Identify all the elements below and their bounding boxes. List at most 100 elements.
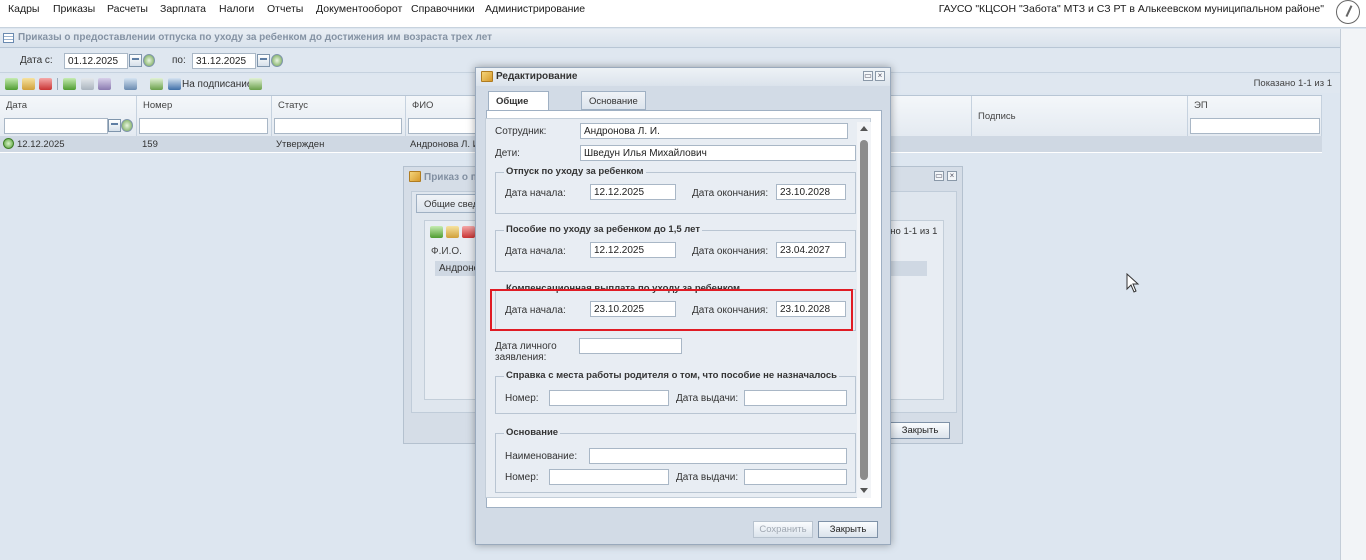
tab-general[interactable]: Общие сведения	[488, 91, 549, 118]
grid-icon	[3, 33, 14, 43]
report-icon[interactable]	[124, 78, 137, 90]
basis-number-input[interactable]	[549, 469, 669, 485]
basis-fieldset: Основание Наименование: Номер: Дата выда…	[495, 427, 856, 493]
fio-filter-input[interactable]	[408, 118, 478, 134]
calendar-icon[interactable]	[129, 54, 142, 67]
add-icon[interactable]	[5, 78, 18, 90]
calendar-icon[interactable]	[257, 54, 270, 67]
edit-icon	[409, 171, 421, 182]
top-menu-bar: Кадры Приказы Расчеты Зарплата Налоги От…	[0, 0, 1366, 28]
basis-legend: Основание	[504, 427, 561, 438]
check-icon	[3, 138, 14, 149]
employee-label: Сотрудник:	[495, 126, 547, 137]
basis-name-input[interactable]	[589, 448, 847, 464]
benefit-end-input[interactable]	[776, 242, 846, 258]
application-date-input[interactable]	[579, 338, 682, 354]
add-icon[interactable]	[430, 226, 443, 238]
employee-field[interactable]	[580, 123, 848, 139]
close-icon[interactable]: ×	[875, 71, 885, 81]
basis-name-label: Наименование:	[505, 451, 578, 462]
benefit-start-label: Дата начала:	[505, 246, 566, 257]
refresh-icon[interactable]	[271, 54, 283, 67]
panel-title: Приказы о предоставлении отпуска по уход…	[18, 32, 493, 43]
children-label: Дети:	[495, 148, 520, 159]
calendar-icon[interactable]	[108, 119, 121, 132]
right-scrollbar[interactable]	[1340, 29, 1366, 560]
date-filter-input[interactable]	[4, 118, 108, 134]
leave-end-label: Дата окончания:	[692, 188, 769, 199]
edit-dialog-header: Редактирование ▭ ×	[476, 68, 890, 86]
organization-name: ГАУСО "КЦСОН "Забота" МТЗ и СЗ РТ в Альк…	[938, 3, 1324, 15]
menu-prikazy[interactable]: Приказы	[53, 3, 95, 15]
date-from-input[interactable]	[64, 53, 128, 69]
menu-administrirovanie[interactable]: Администрирование	[485, 3, 585, 15]
number-filter-input[interactable]	[139, 118, 268, 134]
date-to-label: по:	[172, 55, 186, 66]
close-button[interactable]: Закрыть	[818, 521, 878, 538]
basis-number-label: Номер:	[505, 472, 539, 483]
scroll-up-icon[interactable]	[860, 126, 868, 131]
date-from-label: Дата с:	[20, 55, 53, 66]
benefit-end-label: Дата окончания:	[692, 246, 769, 257]
signing-icon[interactable]	[168, 78, 181, 90]
menu-raschety[interactable]: Расчеты	[107, 3, 148, 15]
maximize-icon[interactable]: ▭	[863, 71, 873, 81]
edit-icon[interactable]	[446, 226, 459, 238]
bg-shown-count: оно 1-1 из 1	[885, 226, 938, 237]
children-field[interactable]	[580, 145, 856, 161]
benefit-fieldset: Пособие по уходу за ребенком до 1,5 лет …	[495, 224, 856, 272]
tab-basis[interactable]: Основание	[581, 91, 646, 110]
row-date: 12.12.2025	[17, 139, 65, 150]
delete-icon[interactable]	[462, 226, 475, 238]
menu-nalogi[interactable]: Налоги	[219, 3, 254, 15]
edit-dialog-title: Редактирование	[496, 71, 578, 82]
save-button[interactable]: Сохранить	[753, 521, 813, 538]
refresh-icon[interactable]	[249, 78, 262, 90]
row-number: 159	[142, 139, 158, 150]
basis-issue-input[interactable]	[744, 469, 847, 485]
menu-spravochniki[interactable]: Справочники	[411, 3, 475, 15]
status-filter-select[interactable]	[274, 118, 402, 134]
panel-header: Приказы о предоставлении отпуска по уход…	[0, 29, 1366, 48]
refresh-icon[interactable]	[143, 54, 155, 67]
approve-icon[interactable]	[63, 78, 76, 90]
certificate-legend: Справка с места работы родителя о том, ч…	[504, 370, 839, 381]
maximize-icon[interactable]: ▭	[934, 171, 944, 181]
bg-close-button[interactable]: Закрыть	[890, 422, 950, 439]
benefit-start-input[interactable]	[590, 242, 676, 258]
menu-kadry[interactable]: Кадры	[8, 3, 39, 15]
row-status: Утвержден	[276, 139, 325, 150]
form-scrollbar[interactable]	[857, 122, 871, 498]
scroll-down-icon[interactable]	[860, 488, 868, 493]
leave-fieldset: Отпуск по уходу за ребенком Дата начала:…	[495, 166, 856, 214]
edit-icon	[481, 71, 493, 82]
delete-icon[interactable]	[39, 78, 52, 90]
date-to-input[interactable]	[192, 53, 256, 69]
menu-documentooborot[interactable]: Документооборот	[316, 3, 402, 15]
toolbar-separator	[57, 78, 58, 90]
leave-end-input[interactable]	[776, 184, 846, 200]
cert-number-input[interactable]	[549, 390, 669, 406]
menu-zarplata[interactable]: Зарплата	[160, 3, 206, 15]
edit-icon[interactable]	[22, 78, 35, 90]
close-icon[interactable]: ×	[947, 171, 957, 181]
ep-filter-input[interactable]	[1190, 118, 1320, 134]
application-date-label: Дата личного заявления:	[495, 341, 557, 363]
print-icon[interactable]	[98, 78, 111, 90]
highlight-box	[490, 289, 853, 331]
export-icon[interactable]	[150, 78, 163, 90]
mouse-cursor-icon	[1126, 273, 1140, 293]
menu-otchety[interactable]: Отчеты	[267, 3, 303, 15]
leave-start-label: Дата начала:	[505, 188, 566, 199]
cert-number-label: Номер:	[505, 393, 539, 404]
benefit-legend: Пособие по уходу за ребенком до 1,5 лет	[504, 224, 702, 235]
bg-col-fio: Ф.И.О.	[431, 246, 462, 257]
mail-icon[interactable]	[81, 78, 94, 90]
column-header-signature[interactable]: Подпись	[972, 96, 1188, 136]
cert-issue-input[interactable]	[744, 390, 847, 406]
to-signing-button[interactable]: На подписание	[182, 79, 252, 90]
refresh-icon[interactable]	[121, 119, 133, 132]
scroll-thumb[interactable]	[860, 140, 868, 480]
clock-icon[interactable]	[1336, 0, 1360, 24]
leave-start-input[interactable]	[590, 184, 676, 200]
